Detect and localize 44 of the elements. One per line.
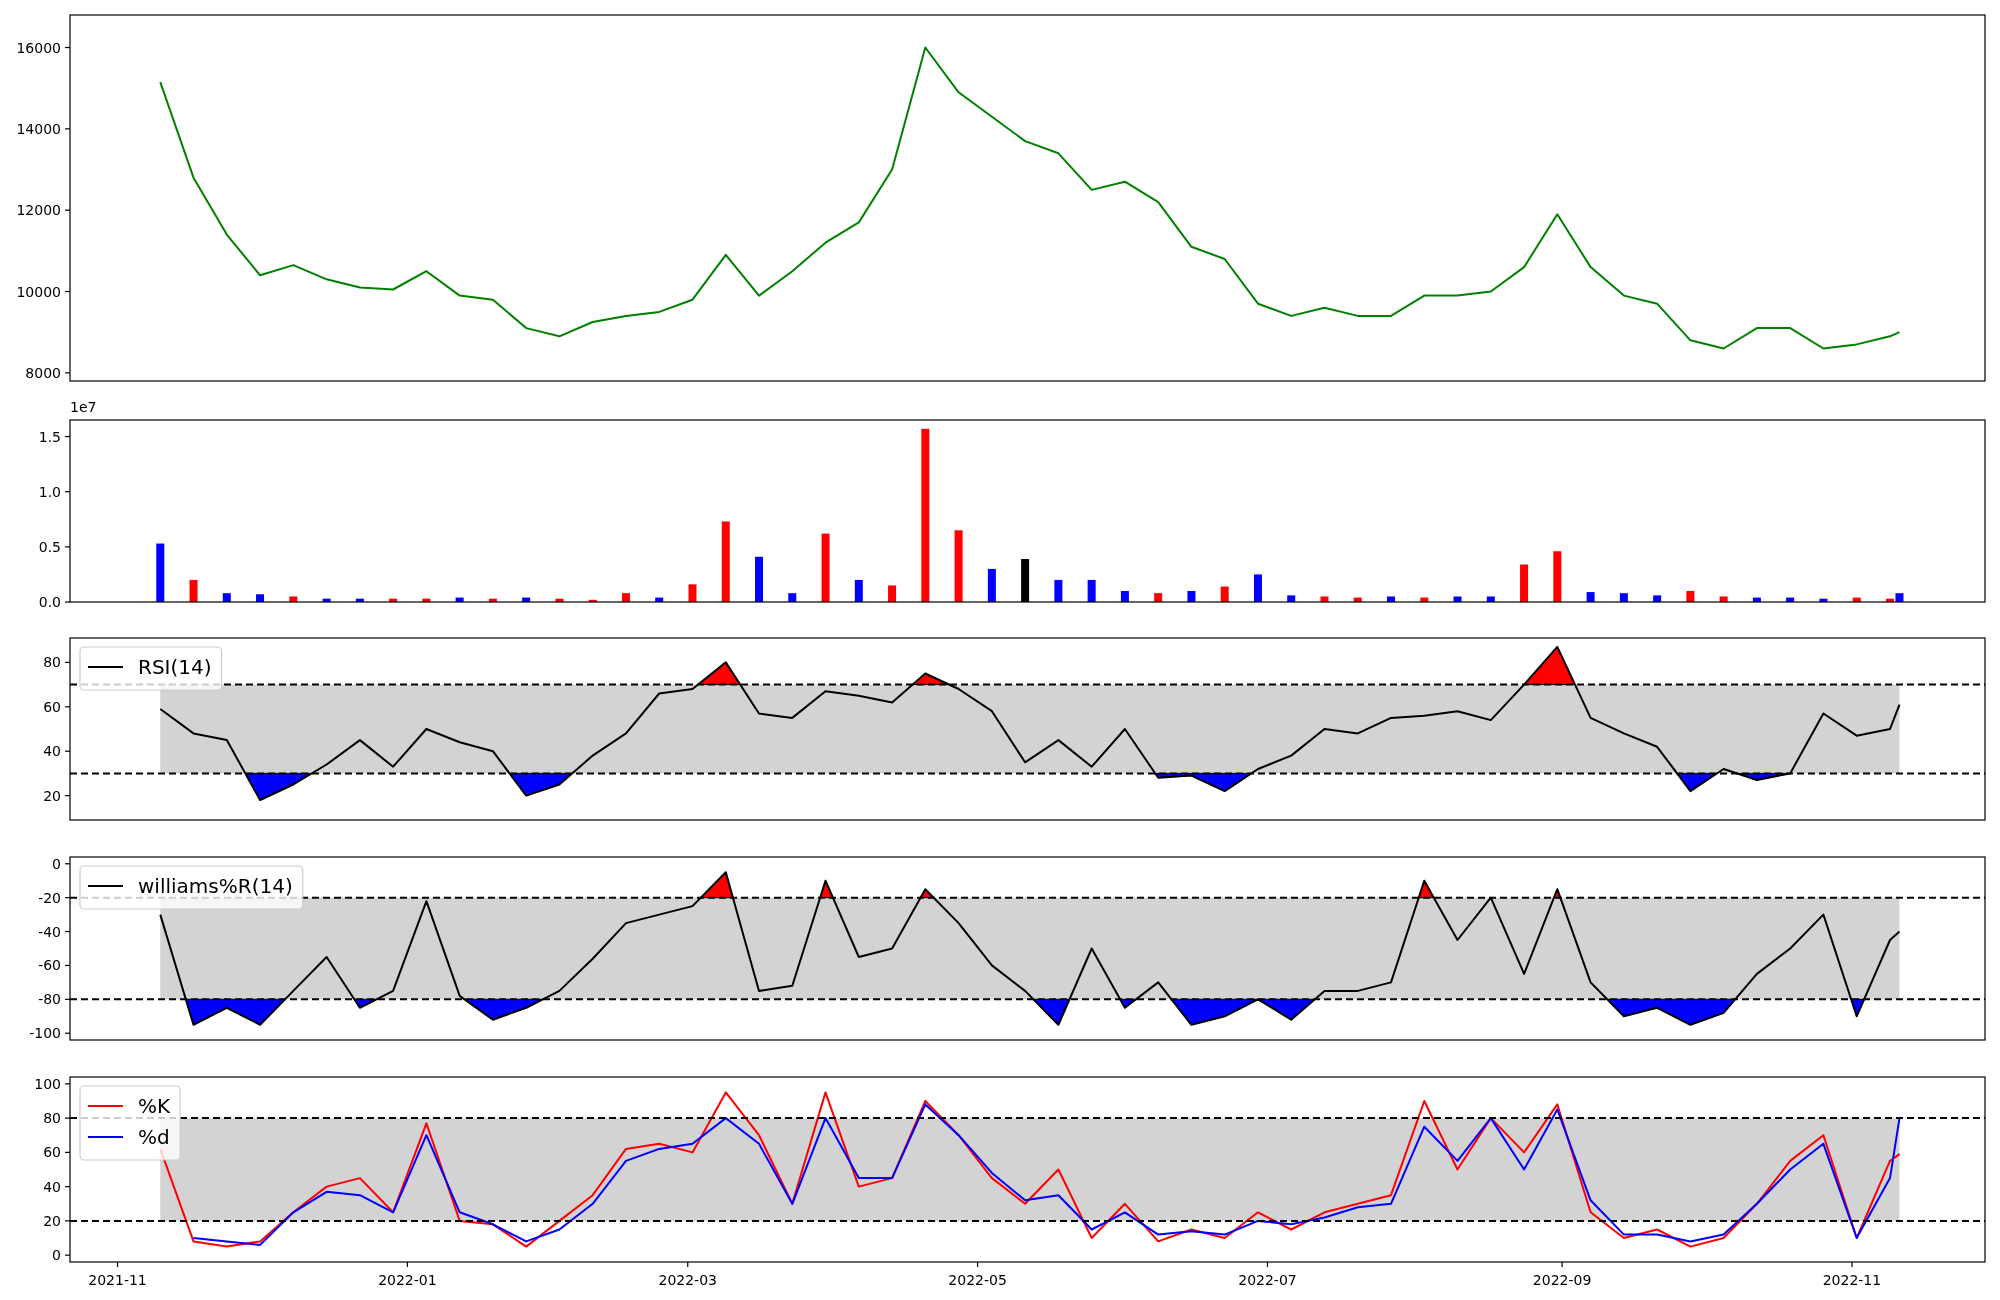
tick-label: -20 xyxy=(38,889,61,906)
tick-label: 2022-09 xyxy=(1532,1272,1592,1288)
legend-label: RSI(14) xyxy=(138,655,212,679)
tick-label: 80 xyxy=(43,1110,61,1127)
tick-label: 2022-01 xyxy=(378,1272,437,1288)
tick-label: 60 xyxy=(43,1144,61,1161)
tick-label: 10000 xyxy=(16,283,61,300)
overbought-fill xyxy=(819,880,834,899)
tick-label: 2022-05 xyxy=(948,1272,1007,1288)
overbought-fill xyxy=(1418,880,1435,899)
tick-label: 60 xyxy=(43,698,61,715)
tick-label: 2022-03 xyxy=(658,1272,717,1288)
tick-label: 0 xyxy=(52,1247,61,1264)
tick-label: 12000 xyxy=(16,202,61,219)
tick-label: 40 xyxy=(43,743,61,760)
tick-label: 16000 xyxy=(16,39,61,56)
overbought-fill xyxy=(912,673,950,686)
tick-label: 0.0 xyxy=(38,594,61,610)
tick-label: 1.0 xyxy=(38,483,61,500)
overbought-fill xyxy=(1523,646,1576,686)
tick-label: 1.5 xyxy=(38,428,61,445)
axis-offset-label: 1e7 xyxy=(70,399,97,415)
tick-label: 2022-07 xyxy=(1238,1272,1297,1288)
tick-label: 2021-11 xyxy=(88,1272,147,1288)
tick-label: -80 xyxy=(38,991,61,1008)
oversold-fill xyxy=(244,772,313,801)
oversold-fill xyxy=(1119,998,1137,1009)
tick-label: 40 xyxy=(43,1178,61,1195)
legend-label: williams%R(14) xyxy=(138,874,293,898)
tick-label: 100 xyxy=(34,1075,61,1092)
tick-label: -100 xyxy=(29,1025,61,1042)
tick-label: 14000 xyxy=(16,120,61,137)
legend-label: %K xyxy=(138,1094,171,1118)
tick-label: 2022-11 xyxy=(1822,1272,1882,1288)
tick-label: 0 xyxy=(52,855,61,872)
tick-label: 8000 xyxy=(25,364,61,381)
tick-label: 80 xyxy=(43,654,61,671)
tick-label: -60 xyxy=(38,957,61,974)
tick-label: 0.5 xyxy=(38,538,61,555)
tick-label: 20 xyxy=(43,787,61,804)
tick-label: 20 xyxy=(43,1212,61,1229)
tick-label: -40 xyxy=(38,923,61,940)
legend-label: %d xyxy=(138,1125,170,1149)
oversold-fill xyxy=(1850,998,1865,1017)
